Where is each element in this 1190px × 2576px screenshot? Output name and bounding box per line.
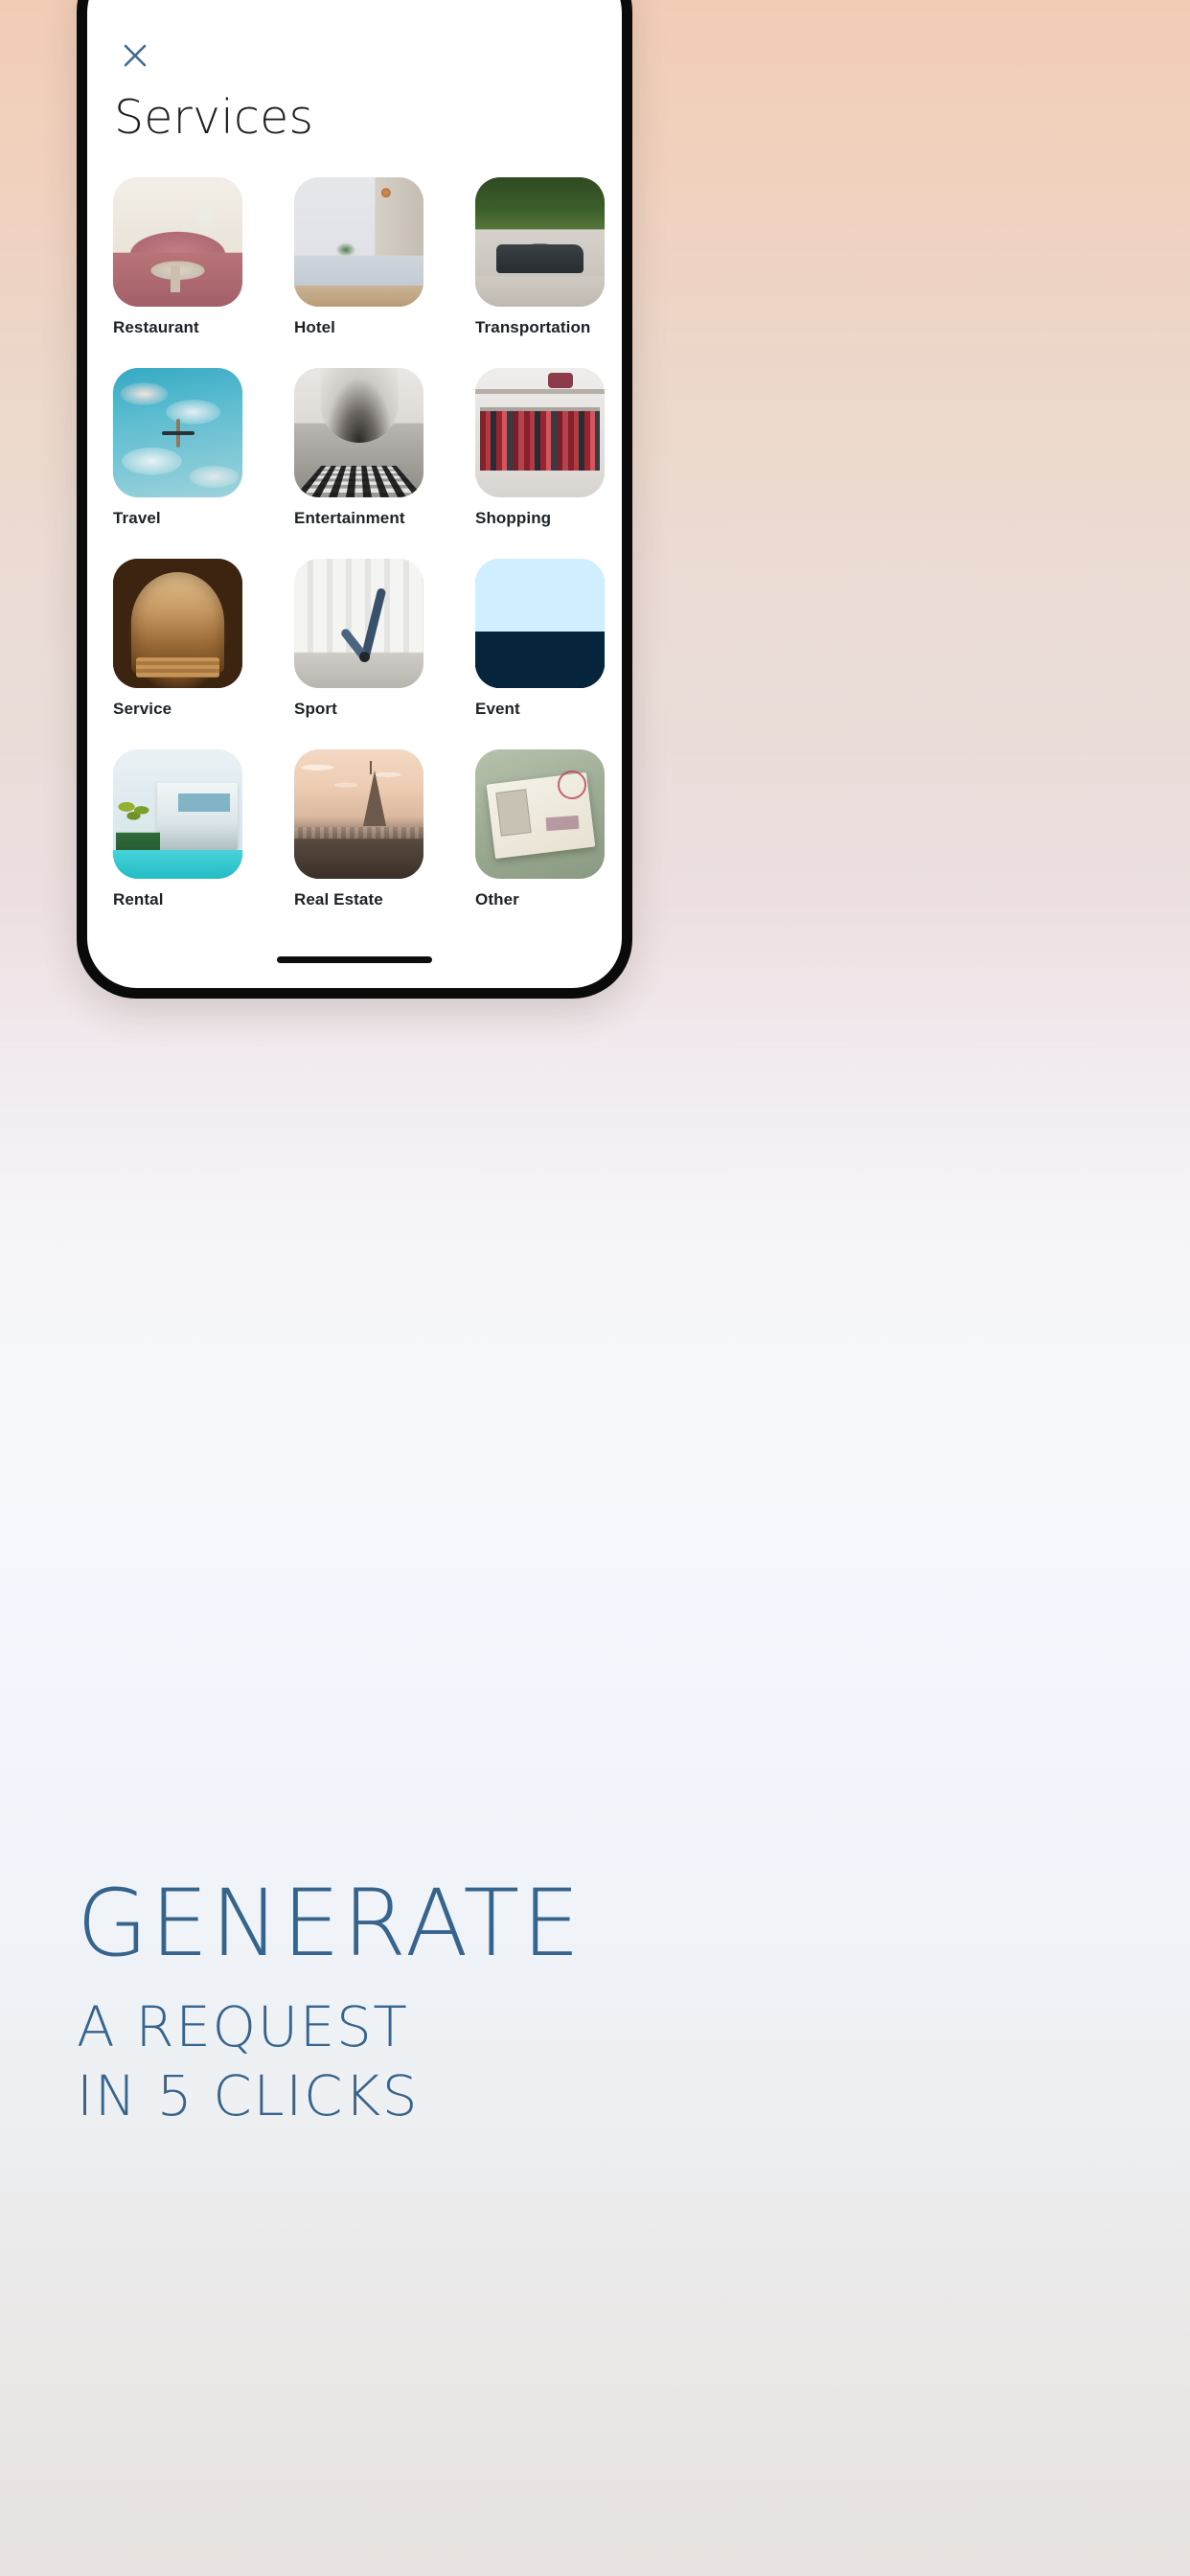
vault-ceiling [320,368,398,444]
eiffel-tower-spire [369,761,372,775]
sauna-bench [136,656,219,678]
subheadline-line-1: A REQUEST [77,1994,409,2059]
page-title: Services [114,90,314,145]
service-label: Shopping [475,509,552,527]
service-thumb-entertainment [294,368,423,497]
phone-mockup: Services Restaurant Hotel Transportation… [77,0,632,999]
service-thumb-travel [113,368,242,497]
service-thumb-shopping [475,368,605,497]
service-tile-travel[interactable]: Travel [113,368,242,528]
marketing-copy: GENERATE A REQUEST IN 5 CLICKS [77,1874,1092,2130]
service-label: Rental [113,890,164,908]
service-label: Real Estate [294,890,383,908]
service-thumb-hotel [294,177,423,307]
airplane-icon [175,418,180,448]
restaurant-image [113,177,242,307]
clothes [480,410,600,471]
close-button[interactable] [113,34,157,78]
other-image [475,749,605,879]
rental-image [113,749,242,879]
service-thumb-event [475,559,605,688]
service-thumb-sport [294,559,423,688]
service-label: Service [113,700,172,718]
services-modal: Services Restaurant Hotel Transportation… [87,0,622,988]
service-thumb-rental [113,749,242,879]
entertainment-image [294,368,423,497]
service-image [113,559,242,688]
service-tile-service[interactable]: Service [113,559,242,719]
villa-window [177,793,230,812]
home-indicator[interactable] [277,956,432,963]
passport-stamp-secondary [545,816,580,832]
travel-image [113,368,242,497]
service-thumb-restaurant [113,177,242,307]
services-grid: Restaurant Hotel Transportation Travel E… [113,177,605,909]
service-tile-restaurant[interactable]: Restaurant [113,177,242,337]
real-estate-image [294,749,423,879]
service-tile-other[interactable]: Other [475,749,605,909]
service-tile-entertainment[interactable]: Entertainment [294,368,423,528]
phone-screen: Services Restaurant Hotel Transportation… [87,0,622,988]
sport-image [294,559,423,688]
headline: GENERATE [77,1870,583,1977]
clouds [294,757,423,810]
subheadline: A REQUEST IN 5 CLICKS [77,1992,1092,2130]
service-tile-sport[interactable]: Sport [294,559,423,719]
service-label: Travel [113,509,161,527]
service-tile-real-estate[interactable]: Real Estate [294,749,423,909]
service-tile-hotel[interactable]: Hotel [294,177,423,337]
service-label: Transportation [475,318,591,336]
subheadline-line-2: IN 5 CLICKS [77,2063,420,2128]
service-label: Hotel [294,318,335,336]
event-image [475,559,605,688]
service-label: Restaurant [113,318,199,336]
service-tile-transportation[interactable]: Transportation [475,177,605,337]
handbag [547,373,573,389]
service-thumb-other [475,749,605,879]
yoga-head [358,652,370,663]
service-tile-rental[interactable]: Rental [113,749,242,909]
service-thumb-service [113,559,242,688]
paris-rooftops [294,827,423,879]
service-thumb-real-estate [294,749,423,879]
transportation-image [475,177,605,307]
service-label: Event [475,700,520,718]
passport-photo [495,789,533,837]
shelf [475,388,605,394]
swimming-pool [113,850,242,879]
shopping-image [475,368,605,497]
service-tile-shopping[interactable]: Shopping [475,368,605,528]
service-label: Sport [294,700,337,718]
service-tile-event[interactable]: Event [475,559,605,719]
eiffel-tower [362,770,386,826]
checkerboard-floor [294,466,423,497]
close-icon [121,41,149,70]
crowd-silhouette [475,631,605,688]
service-label: Other [475,890,519,908]
service-thumb-transportation [475,177,605,307]
hotel-image [294,177,423,307]
service-label: Entertainment [294,509,405,527]
